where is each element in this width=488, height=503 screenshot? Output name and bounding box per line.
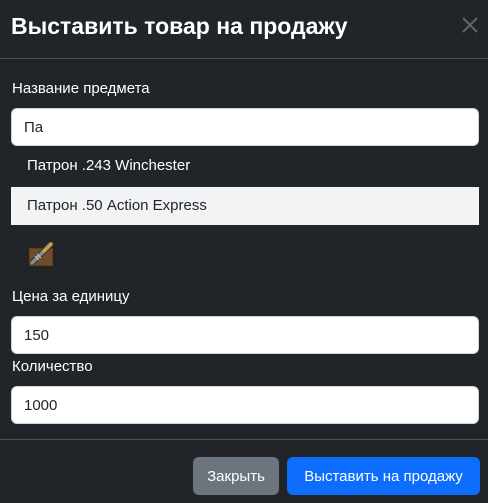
- price-input[interactable]: [11, 316, 479, 354]
- item-name-label: Название предмета: [12, 80, 150, 97]
- submit-listing-button[interactable]: Выставить на продажу: [287, 457, 480, 495]
- ammo-box-icon: [24, 237, 58, 271]
- close-icon: [462, 17, 478, 33]
- quantity-label: Количество: [12, 358, 93, 375]
- suggestion-item[interactable]: Патрон .243 Winchester: [11, 147, 479, 185]
- suggestion-item-highlighted[interactable]: Патрон .50 Action Express: [11, 187, 479, 225]
- close-dialog-button[interactable]: [458, 13, 482, 37]
- price-label: Цена за единицу: [12, 288, 130, 305]
- quantity-input[interactable]: [11, 386, 479, 424]
- close-button[interactable]: Закрыть: [193, 457, 279, 495]
- footer-divider: [0, 439, 488, 440]
- suggestions-list: Патрон .243 Winchester Патрон .50 Action…: [11, 147, 479, 226]
- item-name-input[interactable]: [11, 108, 479, 146]
- dialog-header: Выставить товар на продажу: [0, 0, 488, 59]
- sell-item-dialog: Выставить товар на продажу Название пред…: [0, 0, 488, 503]
- dialog-title: Выставить товар на продажу: [11, 13, 348, 39]
